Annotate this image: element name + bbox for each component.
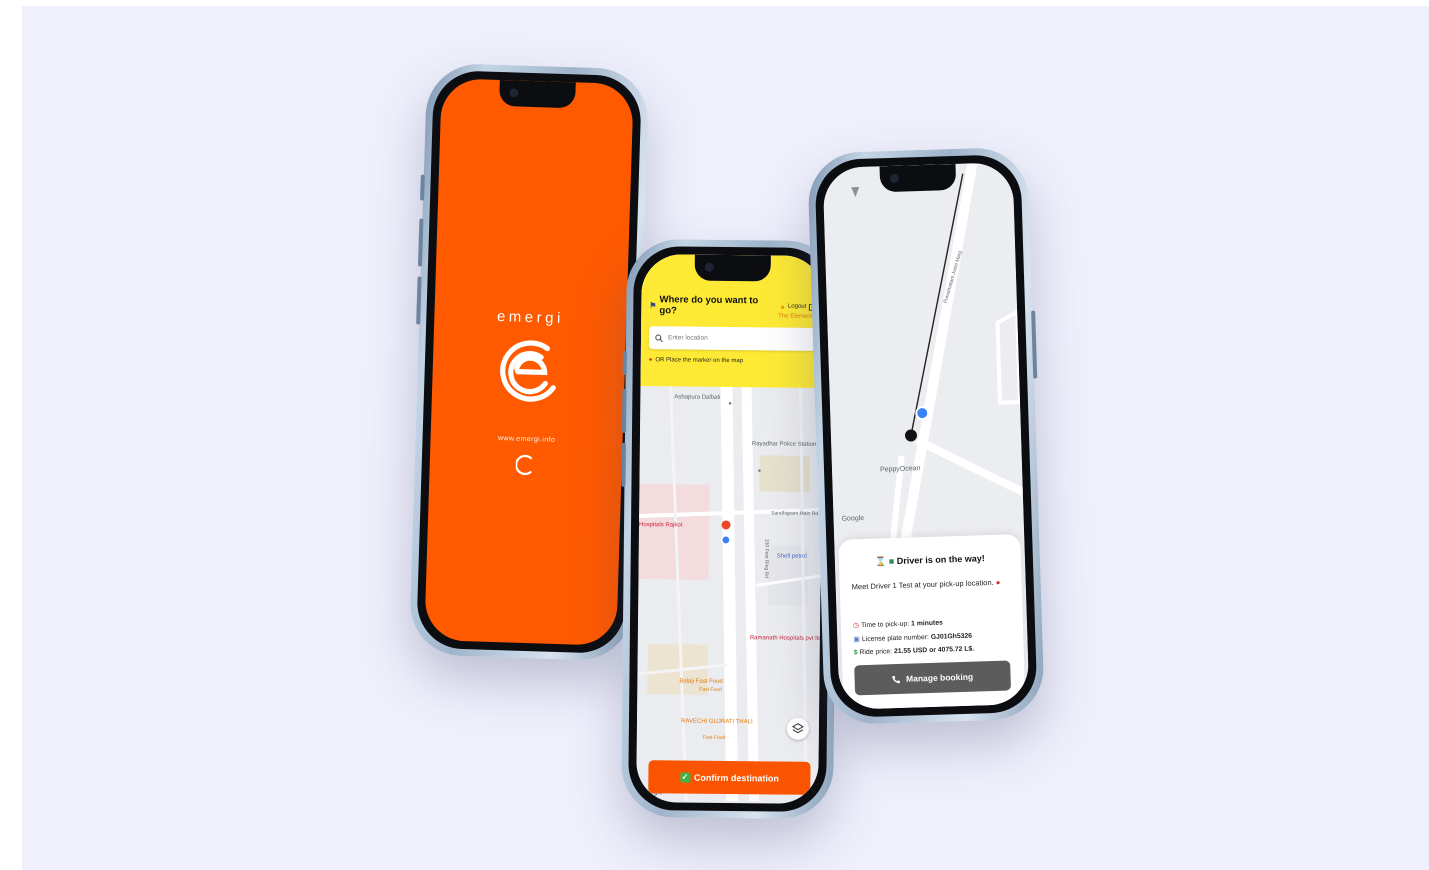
- destination-screen: ⚑ Where do you want to go? ● Logout Ente…: [636, 254, 824, 804]
- volume-down-button: [416, 276, 422, 325]
- splash-screen: emergi www.emergi.info: [424, 78, 634, 646]
- map-label-sandhigram: Sandhigram Main Rd: [771, 510, 819, 517]
- map-label-ravechi-sub: Fast Food: [702, 734, 726, 741]
- map-label-ramanath: Ramanath Hospitals pvt ltd: [749, 635, 822, 642]
- license-plate-line: ▣ License plate number: GJ01Gh5326: [853, 632, 973, 644]
- phone-driver: Purushottam Joshi Marg PeppyOcean Google…: [807, 146, 1045, 726]
- notch: [499, 79, 576, 109]
- checkered-flag-icon: ⚑: [649, 300, 657, 310]
- destination-marker-icon[interactable]: [719, 520, 733, 550]
- map-label-road: 150 Feet Ring Rd: [763, 538, 770, 579]
- map-label-hospitals: Hospitals Rajkot: [639, 522, 683, 529]
- mute-switch: [622, 350, 627, 375]
- map-label-balaji: Balaji Fast Food: [679, 678, 723, 685]
- place-marker-hint: ● OR Place the marker on the map: [648, 357, 744, 365]
- map-pin-icon: ●: [728, 400, 732, 408]
- dollar-icon: $: [853, 649, 858, 657]
- map-pin-icon: ●: [757, 468, 762, 475]
- driver-status-card: ⌛ ■ Driver is on the way! Meet Driver 1 …: [838, 534, 1026, 710]
- map-label-elements: The Elements: [778, 313, 816, 320]
- search-placeholder: Enter location: [667, 334, 708, 342]
- taxi-icon: ■: [888, 556, 895, 567]
- map-label-ravechi: RAVECHI GUJRATI THALI: [680, 718, 753, 726]
- phone-bezel: ⚑ Where do you want to go? ● Logout Ente…: [628, 245, 832, 813]
- pickup-time-line: ◷ Time to pick-up: 1 minutes: [852, 619, 943, 630]
- volume-up-button: [417, 218, 424, 267]
- map-label-rayadhar: Rayadhar Police Station: [751, 441, 817, 448]
- volume-down-button: [621, 442, 626, 487]
- pushpin-icon: ●: [648, 357, 653, 364]
- check-mark-icon: ✓: [679, 771, 690, 783]
- phone-splash: emergi www.emergi.info: [408, 62, 650, 662]
- loading-spinner-icon: [515, 454, 533, 475]
- header-title: Where do you want to go?: [659, 294, 759, 317]
- notch: [879, 163, 957, 193]
- phone-destination: ⚑ Where do you want to go? ● Logout Ente…: [620, 238, 840, 820]
- hourglass-icon: ⌛: [874, 556, 887, 567]
- confirm-destination-button[interactable]: ✓ Confirm destination: [648, 760, 811, 795]
- pushpin-icon: ●: [995, 577, 1001, 587]
- google-logo: Google: [841, 514, 865, 523]
- location-search-input[interactable]: Enter location: [648, 326, 816, 351]
- map-layers-button[interactable]: [786, 717, 810, 740]
- status-title: Driver is on the way!: [896, 553, 985, 566]
- website-url: www.emergi.info: [497, 435, 556, 444]
- layers-icon: [791, 723, 804, 734]
- manage-booking-button[interactable]: Manage booking: [854, 660, 1012, 696]
- brand-name: emergi: [496, 307, 565, 328]
- notch: [694, 254, 771, 282]
- mute-switch: [420, 174, 425, 201]
- volume-up-button: [622, 388, 627, 433]
- map-label-shell: Shell petrol: [776, 553, 807, 560]
- id-card-icon: ▣: [853, 636, 861, 644]
- meet-driver-text: Meet Driver 1 Test at your pick-up locat…: [851, 577, 994, 592]
- map-label-balaji-sub: Fast Food: [699, 686, 722, 693]
- location-pin-icon: ●: [780, 302, 786, 312]
- driver-screen: Purushottam Joshi Marg PeppyOcean Google…: [822, 162, 1030, 710]
- map-label-ashapura: Ashapura Dalbati: [674, 394, 721, 401]
- ride-price-line: $ Ride price: 21.55 USD or 4075.72 L$.: [853, 645, 975, 657]
- phone-bezel: emergi www.emergi.info: [415, 69, 643, 655]
- phone-icon: [892, 675, 901, 683]
- emergi-e-logo-icon: [500, 340, 556, 402]
- map-label-peppyocean: PeppyOcean: [879, 465, 921, 474]
- search-icon: [655, 334, 663, 342]
- alarm-clock-icon: ◷: [852, 622, 860, 630]
- phone-bezel: Purushottam Joshi Marg PeppyOcean Google…: [814, 153, 1038, 719]
